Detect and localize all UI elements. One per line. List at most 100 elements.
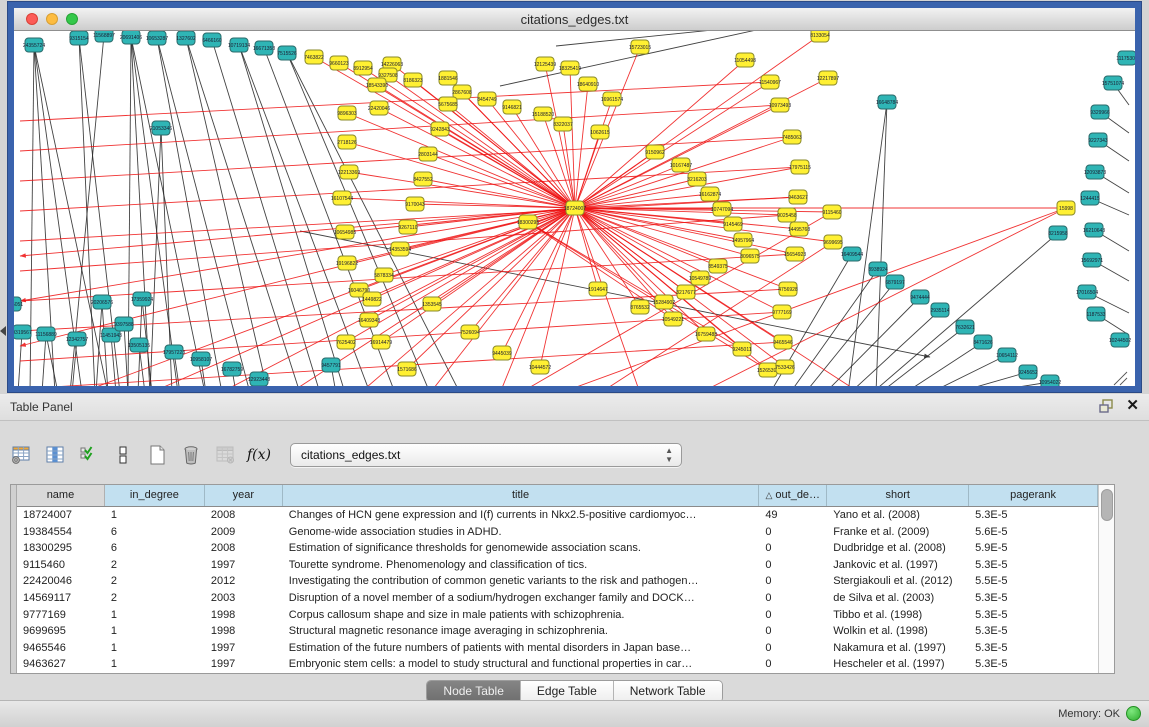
column-header-in_degree[interactable]: in_degree <box>105 485 205 506</box>
graph-node[interactable]: 15692971 <box>1081 253 1103 267</box>
table-row[interactable]: 1872400712008Changes of HCN gene express… <box>17 507 1098 524</box>
toolbar-row-selection-button[interactable] <box>76 443 102 467</box>
table-cell[interactable]: 5.5E-5 <box>969 573 1098 590</box>
table-cell[interactable]: Yano et al. (2008) <box>827 507 969 524</box>
graph-node[interactable]: 8454749 <box>477 92 497 106</box>
graph-node[interactable]: 10654112 <box>996 348 1018 362</box>
graph-node[interactable]: 11156889 <box>35 327 57 341</box>
graph-node[interactable]: 9465546 <box>773 335 793 349</box>
column-header-pagerank[interactable]: pagerank <box>969 485 1098 506</box>
graph-node[interactable]: 22420046 <box>368 101 390 115</box>
graph-node[interactable]: 8938924 <box>868 262 888 276</box>
graph-node[interactable]: 1571686 <box>397 362 417 376</box>
graph-node[interactable]: 10444572 <box>529 360 551 374</box>
graph-node[interactable]: 12093873 <box>1084 165 1106 179</box>
graph-node[interactable]: 9145469 <box>723 217 743 231</box>
graph-node[interactable]: 16671358 <box>253 41 275 55</box>
graph-node[interactable]: 12213369 <box>338 165 360 179</box>
graph-node[interactable]: 10653287 <box>146 31 168 45</box>
table-row[interactable]: 969969511998Structural magnetic resonanc… <box>17 623 1098 640</box>
graph-node[interactable]: 1881546 <box>438 71 458 85</box>
graph-node[interactable]: 7526094 <box>460 325 480 339</box>
table-cell[interactable]: 1 <box>105 623 205 640</box>
toolbar-table-settings-button[interactable] <box>8 443 34 467</box>
graph-node[interactable]: 10654985 <box>334 225 356 239</box>
table-cell[interactable]: 5.3E-5 <box>969 623 1098 640</box>
table-cell[interactable]: 5.3E-5 <box>969 640 1098 657</box>
memory-status[interactable]: Memory: OK <box>1058 706 1141 721</box>
graph-node[interactable]: 8765532 <box>630 300 650 314</box>
graph-node[interactable]: 17359924 <box>131 292 153 306</box>
table-cell[interactable]: Wolkin et al. (1998) <box>827 623 969 640</box>
graph-node[interactable]: 24355724 <box>23 38 45 52</box>
table-cell[interactable]: 5.3E-5 <box>969 507 1098 524</box>
graph-node[interactable]: 8215958 <box>1048 226 1068 240</box>
table-row[interactable]: 946362711997Embryonic stem cells: a mode… <box>17 656 1098 673</box>
toolbar-row-height-button[interactable] <box>110 443 136 467</box>
graph-node[interactable]: 16782759 <box>221 362 243 376</box>
table-cell[interactable]: 6 <box>105 540 205 557</box>
table-cell[interactable]: 1997 <box>205 640 283 657</box>
graph-node[interactable]: 3216203 <box>687 172 707 186</box>
graph-node[interactable]: 17957223 <box>163 345 185 359</box>
graph-node[interactable]: 15998 <box>1057 201 1075 215</box>
table-cell[interactable]: 1998 <box>205 623 283 640</box>
table-cell[interactable]: 18300295 <box>17 540 105 557</box>
table-row[interactable]: 1456911722003Disruption of a novel membe… <box>17 590 1098 607</box>
table-cell[interactable]: Genome-wide association studies in ADHD. <box>283 524 760 541</box>
graph-node[interactable]: 1062615 <box>590 125 610 139</box>
table-cell[interactable]: 22420046 <box>17 573 105 590</box>
table-cell[interactable]: 0 <box>759 557 827 574</box>
table-cell[interactable]: 2008 <box>205 507 283 524</box>
tab-edge-table[interactable]: Edge Table <box>521 681 614 702</box>
table-cell[interactable]: 0 <box>759 573 827 590</box>
graph-node[interactable]: 9474444 <box>910 290 930 304</box>
table-cell[interactable]: 1 <box>105 656 205 673</box>
float-panel-icon[interactable] <box>1098 397 1116 415</box>
table-row[interactable]: 2242004622012Investigating the contribut… <box>17 573 1098 590</box>
graph-node[interactable]: 15188520 <box>532 107 554 121</box>
graph-node[interactable]: 10747094 <box>711 202 733 216</box>
table-cell[interactable]: 2003 <box>205 590 283 607</box>
graph-node[interactable]: 18300295 <box>517 215 539 229</box>
toolbar-delete-rows-button[interactable] <box>178 443 204 467</box>
graph-node[interactable]: 10973493 <box>769 98 791 112</box>
table-cell[interactable]: 5.3E-5 <box>969 557 1098 574</box>
graph-node[interactable]: 15751074 <box>1102 76 1124 90</box>
graph-node[interactable]: 12217897 <box>817 71 839 85</box>
graph-node[interactable]: 16759483 <box>695 327 717 341</box>
graph-node[interactable]: 7515526 <box>277 46 297 60</box>
graph-node[interactable]: 12125439 <box>534 57 556 71</box>
graph-node[interactable]: 21605051 <box>14 297 23 311</box>
table-cell[interactable]: 0 <box>759 640 827 657</box>
panel-collapse-arrow-icon[interactable] <box>0 326 6 336</box>
table-row[interactable]: 911546021997Tourette syndrome. Phenomeno… <box>17 557 1098 574</box>
graph-node[interactable]: 12342757 <box>66 332 88 346</box>
graph-node[interactable]: 9170043 <box>405 197 425 211</box>
table-cell[interactable]: 1997 <box>205 656 283 673</box>
graph-node[interactable]: 16107544 <box>331 191 353 205</box>
graph-node[interactable]: 16961574 <box>601 92 623 106</box>
graph-node[interactable]: 9245652 <box>1018 365 1038 379</box>
graph-node[interactable]: 9315154 <box>69 31 89 45</box>
graph-node[interactable]: 6466160 <box>202 33 222 47</box>
graph-node[interactable]: 1449822 <box>362 292 382 306</box>
graph-node[interactable]: 16210643 <box>1083 223 1105 237</box>
table-cell[interactable]: 2 <box>105 590 205 607</box>
graph-node[interactable]: 10719134 <box>228 38 250 52</box>
table-cell[interactable]: 1 <box>105 607 205 624</box>
table-cell[interactable]: 9465546 <box>17 640 105 657</box>
table-cell[interactable]: 2 <box>105 573 205 590</box>
table-cell[interactable]: 9463627 <box>17 656 105 673</box>
scrollbar-thumb[interactable] <box>1101 489 1113 521</box>
column-header-name[interactable]: name <box>17 485 105 506</box>
graph-node[interactable]: 1327602 <box>176 31 196 45</box>
graph-node[interactable]: 5878334 <box>374 268 394 282</box>
graph-node[interactable]: 3217677 <box>676 285 696 299</box>
close-panel-icon[interactable]: ✕ <box>1126 397 1139 415</box>
table-cell[interactable]: Estimation of significance thresholds fo… <box>283 540 760 557</box>
graph-node[interactable]: 20206576 <box>91 295 113 309</box>
table-cell[interactable]: Embryonic stem cells: a model to study s… <box>283 656 760 673</box>
graph-node[interactable]: 6879197 <box>885 275 905 289</box>
table-cell[interactable]: 14569117 <box>17 590 105 607</box>
